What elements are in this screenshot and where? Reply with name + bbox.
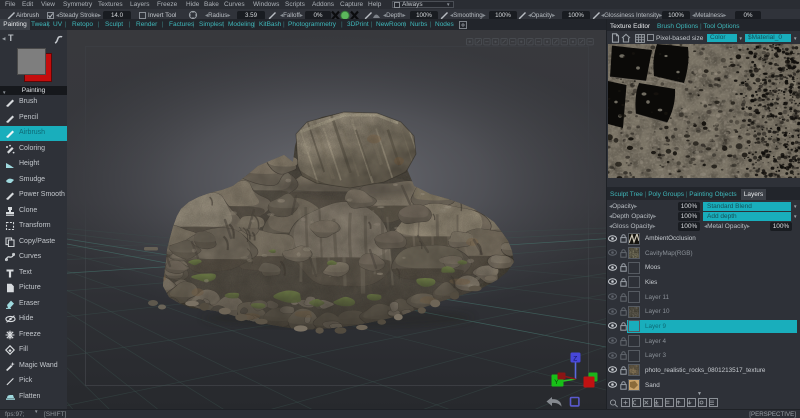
svg-text:Y: Y [554, 379, 559, 386]
svg-text:Z: Z [573, 355, 577, 362]
